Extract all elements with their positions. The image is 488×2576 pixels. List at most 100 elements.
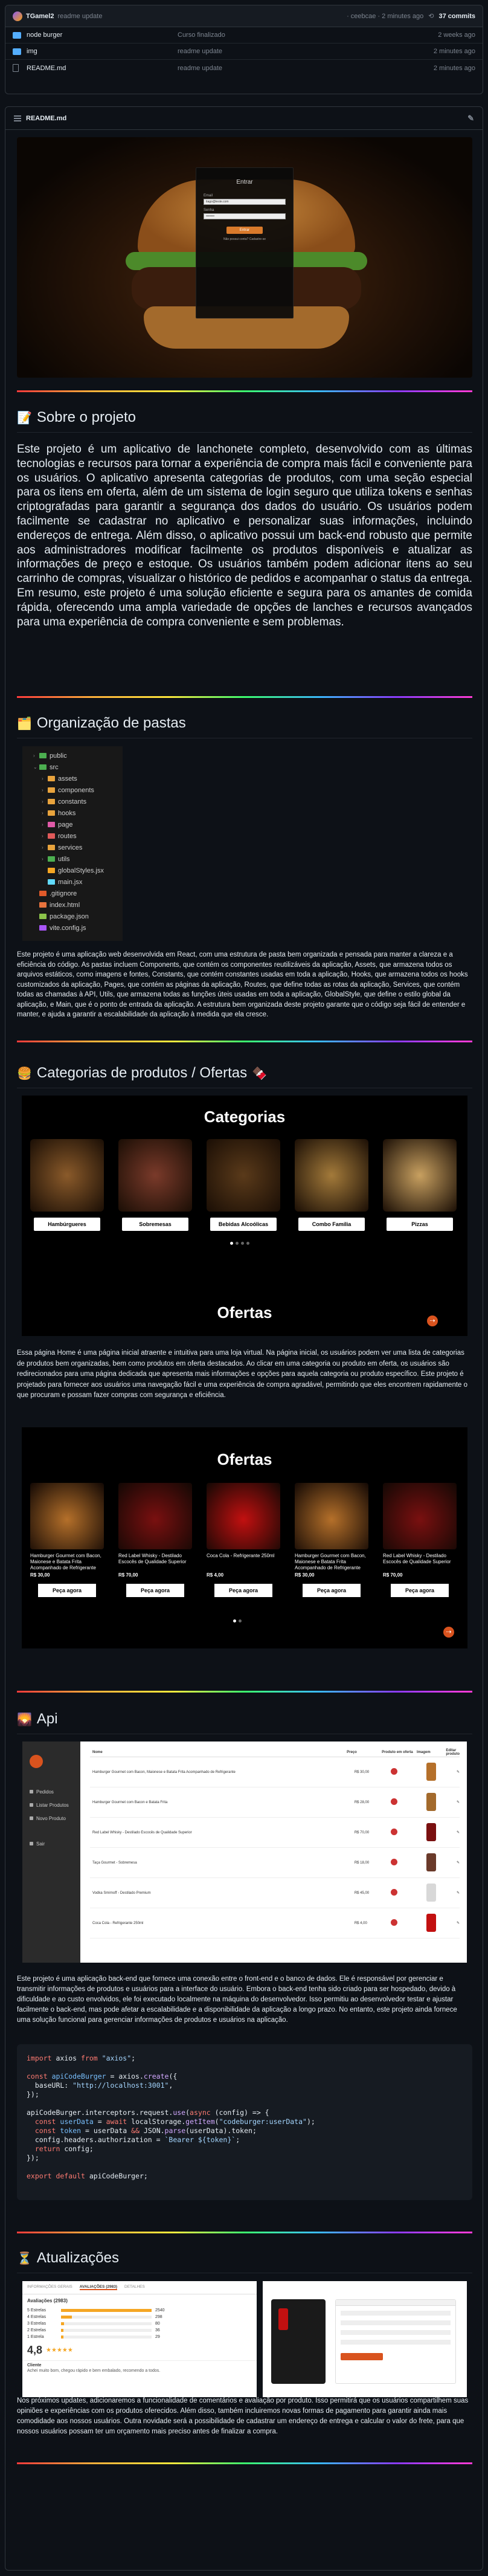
readme-filename[interactable]: README.md [26, 115, 66, 122]
file-time: 2 minutes ago [433, 64, 475, 72]
commit-message[interactable]: readme update [57, 13, 102, 20]
commit-meta[interactable]: · ceebcae · 2 minutes ago [347, 13, 423, 20]
pastas-paragraph: Este projeto é uma aplicação web desenvo… [17, 951, 468, 1018]
tree-item: › utils [25, 853, 120, 865]
file-name[interactable]: node burger [27, 31, 178, 39]
ofertas-panel-image: Ofertas Hamburger Gourmet com Bacon, Mai… [22, 1427, 467, 1648]
tree-item-label: main.jsx [58, 878, 83, 886]
rating-row: 3 Estrelas 80 [27, 2322, 160, 2326]
tree-item: main.jsx [25, 876, 120, 888]
category-card: Pizzas [383, 1139, 457, 1231]
commit-author[interactable]: TGamel2 [26, 13, 54, 20]
edit-icon: ✎ [456, 1891, 460, 1895]
tree-item: globalStyles.jsx [25, 865, 120, 876]
commits-count[interactable]: 37 commits [438, 13, 475, 20]
edit-icon: ✎ [456, 1801, 460, 1804]
file-row[interactable]: node burger Curso finalizado 2 weeks ago [5, 27, 483, 44]
login-button: Entrar [226, 227, 263, 234]
category-card: Combo Família [295, 1139, 368, 1231]
file-type-icon [39, 753, 47, 758]
file-type-icon [48, 787, 55, 793]
star-icons: ★★★★★ [46, 2347, 73, 2354]
category-button: Hambúrgueres [34, 1218, 100, 1231]
tree-item-label: src [50, 763, 59, 771]
checkout-screenshot [263, 2281, 467, 2397]
product-image [295, 1483, 368, 1549]
category-button: Sobremesas [122, 1218, 188, 1231]
file-commit-message[interactable]: readme update [178, 65, 434, 72]
rating-row: 1 Estrela 29 [27, 2335, 160, 2339]
cart-fab-icon: ⇢ [443, 1627, 454, 1638]
email-label: Email [204, 194, 213, 198]
tree-item: › hooks [25, 807, 120, 819]
product-price: R$ 70,00 [118, 1572, 138, 1578]
history-icon: ⟲ [428, 13, 434, 20]
rating-row: 5 Estrelas 2540 [27, 2308, 165, 2313]
landscape-icon: 🌄 [17, 1712, 32, 1726]
file-type-icon [48, 868, 55, 873]
file-row[interactable]: img readme update 2 minutes ago [5, 44, 483, 60]
product-name: Hamburger Gourmet com Bacon, Maionese e … [92, 1770, 236, 1774]
chevron-icon: › [42, 799, 43, 804]
ofertas-heading: Ofertas [217, 1303, 272, 1322]
file-commit-message[interactable]: Curso finalizado [178, 31, 438, 39]
admin-nav-item: Sair [30, 1839, 80, 1848]
file-type-icon [39, 891, 47, 896]
tree-item: › page [25, 819, 120, 830]
product-price: R$ 28,00 [354, 1800, 370, 1804]
category-card: Bebidas Alcoólicas [207, 1139, 280, 1231]
category-card: Hambúrgueres [30, 1139, 104, 1231]
rating-row: 4 Estrelas 298 [27, 2315, 162, 2319]
category-image [30, 1139, 104, 1212]
file-row[interactable]: README.md readme update 2 minutes ago [5, 60, 483, 76]
latest-commit-bar: TGamel2 readme update · ceebcae · 2 minu… [5, 5, 483, 27]
list-icon[interactable] [14, 115, 21, 121]
product-image [30, 1483, 104, 1549]
table-row: Taça Gourmet - Sobremesa R$ 18,00 ✎ [90, 1848, 460, 1878]
author-avatar[interactable] [13, 11, 22, 21]
product-price: R$ 30,00 [354, 1770, 370, 1774]
comment-text: Achei muito bom, chegou rápido e bem emb… [27, 2369, 161, 2373]
file-type-icon [48, 845, 55, 850]
rainbow-divider [17, 2462, 472, 2464]
tree-item-label: routes [58, 832, 77, 840]
categorias-title: Categorias [204, 1108, 286, 1126]
offer-status-icon [390, 1859, 397, 1865]
file-type-icon [48, 810, 55, 816]
tree-item-label: utils [58, 855, 70, 863]
hero-image: Entrar Email tiago@teste.com Senha •••••… [17, 137, 472, 378]
signup-link: Não possui conta? Cadastre-se [223, 237, 266, 241]
table-row: Hamburger Gourmet com Bacon e Batata Fri… [90, 1787, 460, 1818]
rating-row: 2 Estrelas 36 [27, 2328, 160, 2332]
offer-product-card: Red Label Whisky - Destilado Escocês de … [118, 1483, 192, 1597]
tree-item-label: hooks [58, 809, 76, 817]
heading-text: Organização de pastas [36, 715, 186, 731]
section-heading-categorias: 🍔 Categorias de produtos / Ofertas 🍫 [17, 1065, 267, 1082]
rainbow-divider [17, 696, 472, 698]
file-commit-message[interactable]: readme update [178, 48, 434, 55]
file-time: 2 minutes ago [433, 48, 475, 55]
edit-icon: ✎ [456, 1831, 460, 1835]
file-time: 2 weeks ago [438, 31, 475, 39]
email-field: tiago@teste.com [204, 199, 286, 205]
product-thumbnail [426, 1853, 437, 1871]
tree-item-label: public [50, 752, 67, 760]
product-thumbnail [426, 1822, 437, 1841]
product-name: Red Label Whisky - Destilado Escocês de … [92, 1830, 192, 1835]
product-price: R$ 4,00 [207, 1572, 224, 1578]
chevron-icon: › [42, 776, 43, 781]
heading-text: Sobre o projeto [36, 409, 136, 425]
file-name[interactable]: img [27, 48, 178, 55]
file-type-icon [48, 822, 55, 827]
chevron-icon: ⌄ [33, 764, 37, 770]
admin-nav-item: Listar Produtos [30, 1801, 80, 1809]
rainbow-divider [17, 1041, 472, 1042]
tree-item: package.json [25, 911, 120, 922]
folder-tree-image: › public ⌄ src › assets › components › constants ›… [22, 746, 123, 941]
file-name[interactable]: README.md [27, 65, 178, 72]
product-thumbnail [426, 1913, 437, 1932]
product-price: R$ 4,00 [354, 1921, 367, 1925]
product-name: Hamburger Gourmet com Bacon, Maionese e … [30, 1553, 101, 1570]
pencil-icon[interactable]: ✎ [467, 114, 474, 123]
product-price: R$ 30,00 [30, 1572, 50, 1578]
